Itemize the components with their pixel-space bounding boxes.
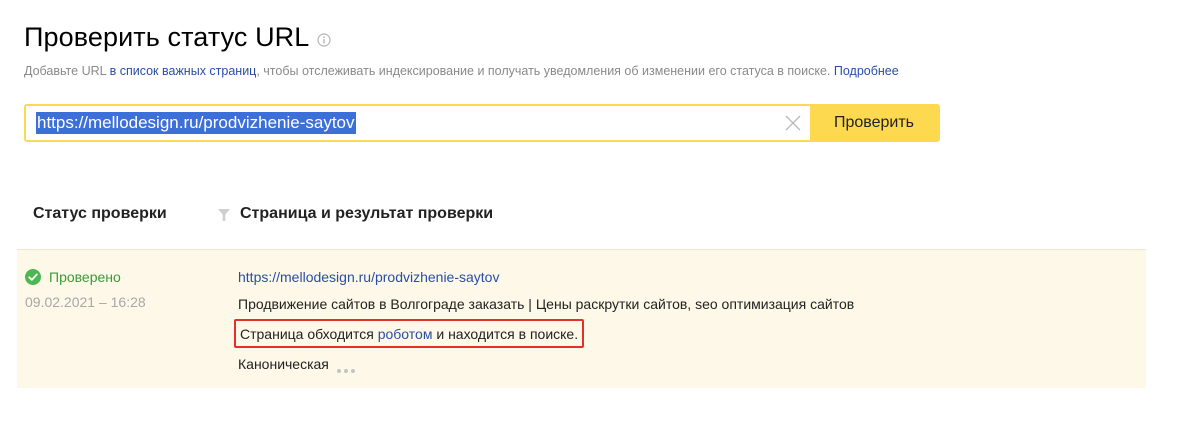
url-input[interactable]: https://mellodesign.ru/prodvizhenie-sayt… xyxy=(26,106,810,140)
page-url-link[interactable]: https://mellodesign.ru/prodvizhenie-sayt… xyxy=(238,269,854,285)
check-button[interactable]: Проверить xyxy=(810,106,938,140)
status-badge: Проверено xyxy=(49,269,121,285)
column-header-status[interactable]: Статус проверки xyxy=(33,205,167,223)
title-row: Проверить статус URL xyxy=(24,22,332,53)
filter-icon[interactable] xyxy=(218,208,230,221)
canonical-label: Каноническая xyxy=(238,356,329,372)
important-pages-link[interactable]: в список важных страниц xyxy=(110,64,257,78)
check-circle-icon xyxy=(25,269,41,285)
table-row: Проверено 09.02.2021 – 16:28 https://mel… xyxy=(17,249,1146,388)
url-check-form: https://mellodesign.ru/prodvizhenie-sayt… xyxy=(24,104,940,142)
url-input-value[interactable]: https://mellodesign.ru/prodvizhenie-sayt… xyxy=(36,112,356,134)
column-header-page[interactable]: Страница и результат проверки xyxy=(218,205,493,223)
page-title-text: Продвижение сайтов в Волгограде заказать… xyxy=(238,296,855,312)
subtitle-text-start: Добавьте URL xyxy=(24,64,110,78)
page-subtitle: Добавьте URL в список важных страниц, чт… xyxy=(24,64,899,78)
result-text-start: Страница обходится xyxy=(240,326,378,342)
page-cell: https://mellodesign.ru/prodvizhenie-sayt… xyxy=(234,269,855,373)
page: Проверить статус URL Добавьте URL в спис… xyxy=(0,0,1194,428)
canonical-line: Каноническая xyxy=(238,356,854,373)
more-dots-icon[interactable] xyxy=(336,361,356,373)
subtitle-text-middle: , чтобы отслеживать индексирование и пол… xyxy=(256,64,834,78)
result-text-end: и находится в поиске. xyxy=(432,326,579,342)
status-cell: Проверено 09.02.2021 – 16:28 xyxy=(25,269,146,310)
more-info-link[interactable]: Подробнее xyxy=(834,64,899,78)
robot-link[interactable]: роботом xyxy=(378,326,433,342)
close-icon[interactable] xyxy=(784,114,802,132)
page-title: Проверить статус URL xyxy=(24,22,310,52)
column-header-page-label: Страница и результат проверки xyxy=(240,205,494,222)
check-timestamp: 09.02.2021 – 16:28 xyxy=(25,294,146,310)
status-line: Проверено xyxy=(25,269,146,285)
info-icon[interactable] xyxy=(317,32,332,47)
indexing-result-highlight: Страница обходится роботом и находится в… xyxy=(234,319,585,348)
